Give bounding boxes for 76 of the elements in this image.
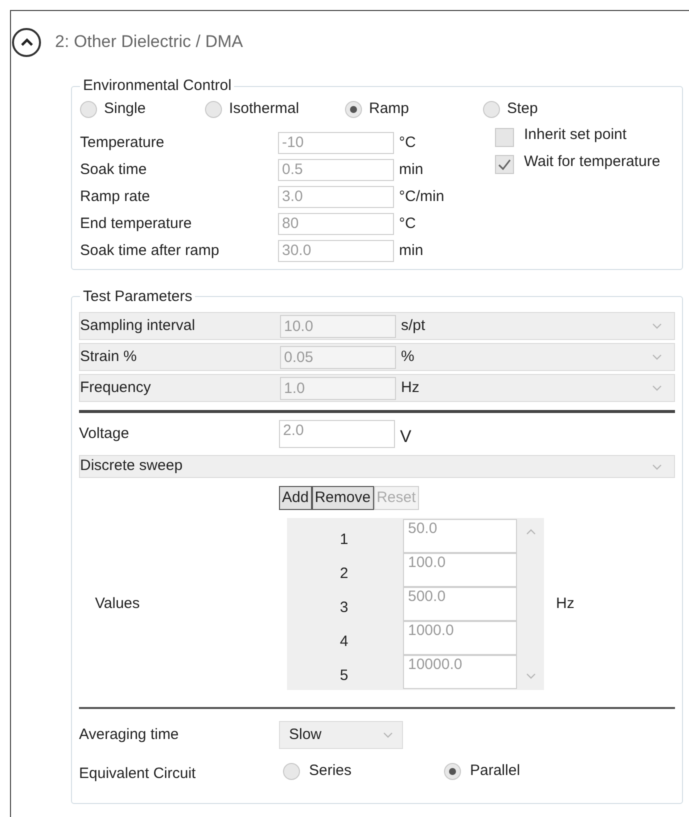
radio-label: Series [309, 760, 352, 781]
collapse-button[interactable] [12, 28, 41, 56]
field-label: Sampling interval [80, 316, 196, 336]
row-number: 3 [338, 598, 350, 618]
value-input[interactable]: 500.0 [403, 587, 517, 621]
row-number: 1 [338, 530, 350, 550]
table-action-button[interactable]: Add [279, 486, 312, 510]
unit-label: V [400, 426, 412, 448]
radio-label: Step [507, 99, 538, 120]
field-label: Equivalent Circuit [79, 764, 197, 784]
dropdown-chevron-icon[interactable] [652, 323, 662, 329]
dropdown-chevron-icon[interactable] [526, 673, 536, 679]
input-field[interactable]: 2.0 [279, 420, 395, 448]
value-input[interactable]: 1000.0 [403, 621, 517, 655]
radio-button[interactable] [483, 101, 500, 118]
dropdown-chevron-icon[interactable] [652, 464, 662, 470]
value-input[interactable]: 10000.0 [403, 655, 517, 689]
value-input[interactable]: 50.0 [403, 519, 517, 553]
input-field[interactable]: 0.05 [280, 346, 396, 368]
radio-label: Single [104, 99, 146, 120]
radio-button[interactable] [444, 762, 461, 780]
row-number: 2 [338, 564, 350, 584]
checkmark-icon [498, 158, 511, 170]
checkbox[interactable] [495, 128, 514, 146]
unit-label: min [399, 160, 424, 180]
checkbox-label: Inherit set point [524, 124, 627, 144]
parameter-row[interactable]: Sampling interval 10.0 s/pt [79, 312, 675, 340]
radio-button[interactable] [80, 101, 97, 118]
section-title: 2: Other Dielectric / DMA [55, 31, 243, 54]
dropdown-chevron-icon[interactable] [652, 354, 662, 360]
unit-label: °C [399, 214, 416, 234]
unit-label: °C [399, 132, 416, 153]
radio-label: Parallel [470, 760, 520, 781]
parameter-row[interactable]: Strain % 0.05 % [79, 343, 675, 371]
input-field[interactable]: 30.0 [278, 240, 394, 262]
radio-label: Ramp [369, 99, 410, 120]
scroll-up-icon[interactable] [526, 529, 536, 535]
radio-button[interactable] [345, 101, 362, 118]
field-label: Temperature [80, 132, 166, 153]
input-field[interactable]: 3.0 [278, 186, 394, 208]
unit-label: Hz [556, 594, 574, 614]
unit-label: Hz [401, 378, 420, 398]
dropdown-chevron-icon[interactable] [652, 385, 662, 391]
unit-label: s/pt [401, 316, 426, 336]
unit-label: min [399, 240, 424, 261]
sweep-type-dropdown[interactable]: Discrete sweep [79, 455, 675, 478]
field-label: End temperature [80, 214, 193, 234]
input-field[interactable]: -10 [278, 132, 394, 154]
table-action-button[interactable]: Remove [312, 486, 374, 510]
dropdown-chevron-icon[interactable] [383, 732, 393, 738]
unit-label: % [401, 346, 416, 367]
value-input[interactable]: 100.0 [403, 553, 517, 587]
row-number: 5 [338, 666, 350, 686]
group-title: Environmental Control [82, 76, 232, 96]
unit-label: °C/min [399, 186, 444, 207]
averaging-time-dropdown[interactable]: Slow [279, 721, 403, 749]
checkbox[interactable] [495, 154, 514, 174]
group-title: Test Parameters [82, 286, 194, 306]
field-label: Ramp rate [80, 186, 152, 207]
radio-button[interactable] [205, 101, 222, 118]
radio-button[interactable] [283, 762, 300, 780]
field-label: Soak time after ramp [80, 240, 220, 261]
field-label: Values [94, 594, 141, 614]
input-field[interactable]: 10.0 [280, 314, 396, 338]
row-number: 4 [338, 632, 350, 652]
input-field[interactable]: 0.5 [278, 159, 394, 181]
field-label: Strain % [80, 346, 138, 367]
checkbox-label: Wait for temperature [524, 152, 660, 172]
field-label: Soak time [80, 160, 148, 180]
field-label: Voltage [79, 424, 130, 444]
parameter-row[interactable]: Frequency 1.0 Hz [79, 374, 675, 402]
input-field[interactable]: 80 [278, 213, 394, 235]
input-field[interactable]: 1.0 [280, 376, 396, 400]
radio-label: Isothermal [229, 99, 300, 120]
field-label: Averaging time [79, 724, 180, 745]
field-label: Frequency [80, 378, 152, 398]
